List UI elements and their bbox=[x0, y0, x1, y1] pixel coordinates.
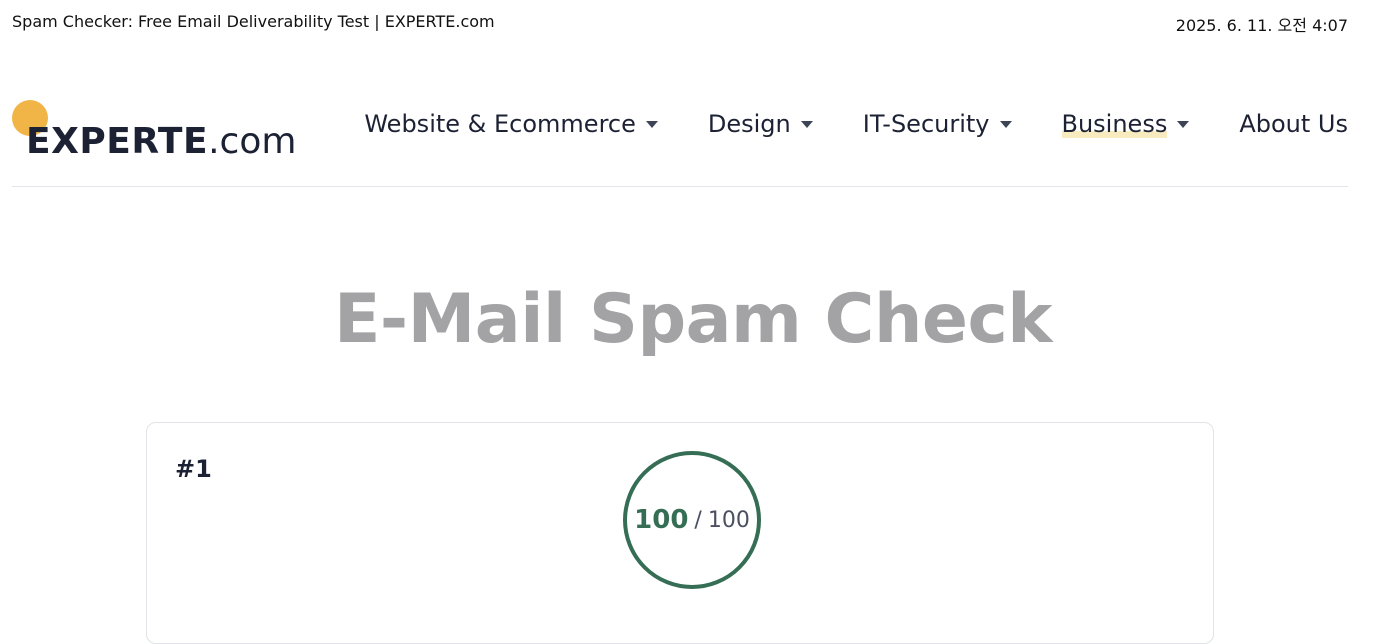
logo-name: EXPERTE bbox=[26, 121, 209, 162]
result-card: #1 100 / 100 bbox=[146, 422, 1214, 644]
score-separator: / bbox=[694, 507, 702, 533]
nav-item-website-ecommerce[interactable]: Website & Ecommerce bbox=[364, 110, 658, 138]
page-heading: E-Mail Spam Check bbox=[333, 280, 1053, 359]
caret-down-icon bbox=[800, 120, 813, 128]
nav-item-design[interactable]: Design bbox=[708, 110, 813, 138]
score-value: 100 bbox=[634, 505, 689, 535]
nav-item-it-security[interactable]: IT-Security bbox=[863, 110, 1012, 138]
nav-item-about-us[interactable]: About Us bbox=[1239, 110, 1348, 138]
score-max: 100 bbox=[707, 507, 750, 533]
caret-down-icon bbox=[1177, 120, 1190, 128]
nav-item-label: Website & Ecommerce bbox=[364, 110, 636, 138]
nav-item-label: Design bbox=[707, 110, 791, 138]
page-title-header: Spam Checker: Free Email Deliverability … bbox=[12, 12, 495, 31]
nav-item-label: IT-Security bbox=[862, 110, 990, 138]
nav-item-business[interactable]: Business bbox=[1061, 110, 1190, 138]
site-header: EXPERTE.com Website & Ecommerce Design I… bbox=[12, 96, 1348, 166]
caret-down-icon bbox=[999, 120, 1012, 128]
result-index: #1 bbox=[175, 455, 212, 483]
print-datetime: 2025. 6. 11. 오전 4:07 bbox=[1175, 16, 1348, 35]
nav-item-label: About Us bbox=[1239, 110, 1348, 138]
logo-suffix: .com bbox=[208, 121, 297, 162]
caret-down-icon bbox=[645, 120, 658, 128]
header-divider bbox=[12, 186, 1348, 187]
main-nav: Website & Ecommerce Design IT-Security B… bbox=[364, 110, 1348, 138]
site-logo[interactable]: EXPERTE.com bbox=[12, 100, 296, 162]
score-ring: 100 / 100 bbox=[623, 451, 761, 589]
print-header: Spam Checker: Free Email Deliverability … bbox=[12, 12, 1348, 35]
logo-text: EXPERTE.com bbox=[12, 121, 296, 162]
nav-item-label: Business bbox=[1061, 110, 1168, 138]
